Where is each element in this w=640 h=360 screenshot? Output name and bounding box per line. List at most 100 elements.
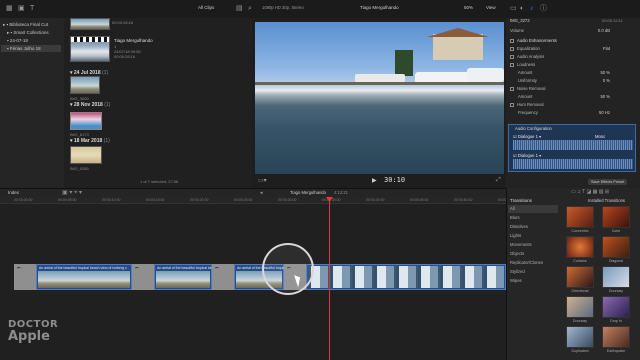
- timeline-ruler[interactable]: 00:00:00:00 00:00:05:00 00:00:10:00 00:00:1…: [0, 197, 517, 204]
- audio-configuration-title: Audio Configuration: [515, 126, 552, 131]
- channel-row[interactable]: ☑ Dialogue 1 ▾: [513, 153, 541, 158]
- video-clip[interactable]: [306, 264, 506, 290]
- gap-clip[interactable]: ⏮: [14, 264, 36, 290]
- library-toggle-icon[interactable]: ▦: [6, 4, 13, 13]
- inspector-timecode: 00:00:12:11: [602, 18, 623, 23]
- enable-checkbox[interactable]: [510, 86, 514, 91]
- transition-category[interactable]: Movements: [508, 241, 558, 249]
- clip-filmstrip: [38, 271, 130, 288]
- enable-checkbox[interactable]: [510, 54, 514, 59]
- enable-checkbox[interactable]: [510, 62, 514, 67]
- transition-thumbnail[interactable]: [602, 266, 630, 288]
- uniformity-row[interactable]: Uniformity 0 %: [510, 77, 636, 84]
- audio-inspector-icon[interactable]: ♪: [530, 4, 534, 13]
- transition-thumbnail[interactable]: [602, 296, 630, 318]
- index-button[interactable]: Index: [8, 190, 19, 195]
- play-button[interactable]: ▶: [372, 177, 377, 184]
- audio-analysis-row: Audio Analysis: [510, 53, 636, 60]
- installed-transitions-menu[interactable]: Installed Transitions: [588, 198, 625, 203]
- color-inspector-icon[interactable]: ◐: [520, 4, 524, 13]
- transition-thumbnail[interactable]: [602, 326, 630, 348]
- clip-thumbnail[interactable]: [70, 76, 100, 94]
- transitions-header: Transitions: [510, 198, 532, 203]
- transition-thumbnail[interactable]: [566, 296, 594, 318]
- transition-label: Earthquake: [606, 349, 626, 353]
- timeline-project-title: Tiago Mergulhando: [290, 190, 326, 195]
- save-effects-preset-button[interactable]: Save Effects Preset: [588, 179, 628, 185]
- transition-thumbnail[interactable]: [602, 206, 630, 228]
- inspector-filename: IMG_3273: [510, 18, 530, 23]
- hum-removal-row: Hum Removal: [510, 101, 636, 108]
- fullscreen-icon[interactable]: ⤢: [496, 177, 501, 184]
- equalization-row[interactable]: Equalization Flat: [510, 45, 636, 52]
- playhead[interactable]: [329, 197, 330, 360]
- loudness-amount-row[interactable]: Amount 50 %: [510, 69, 636, 76]
- transition-thumbnail[interactable]: [602, 236, 630, 258]
- search-icon[interactable]: ⌕: [248, 4, 252, 13]
- clip-thumbnail[interactable]: [70, 146, 102, 164]
- event-item[interactable]: ▪ 24-07-18: [7, 37, 28, 44]
- enable-checkbox[interactable]: [510, 38, 514, 43]
- transition-label: Cube: [611, 229, 621, 233]
- filmstrip-view-icon[interactable]: ▤: [236, 4, 243, 13]
- transition-label: Duplicated: [571, 349, 589, 353]
- top-toolbar: ▦ ▣ T All Clips ▤ ⌕ 1080p HD 30p, Stereo…: [0, 0, 640, 18]
- transition-thumbnail[interactable]: [566, 326, 594, 348]
- transition-category[interactable]: Lights: [508, 232, 558, 240]
- transition-category[interactable]: Objects: [508, 250, 558, 258]
- smart-collections-item[interactable]: ▸ ▪ Smart Collections: [7, 29, 49, 36]
- transitions-toolbar-icons[interactable]: ▭ ♫ T ◪ ▦ ▨ ⊞: [571, 189, 609, 195]
- gap-clip[interactable]: ⏮: [132, 264, 154, 290]
- clip-filmstrip: [308, 266, 504, 288]
- date-header[interactable]: ▾ 18 Mar 2018 (1): [70, 138, 110, 144]
- project-thumbnail[interactable]: [70, 36, 110, 62]
- clip-thumbnail[interactable]: [70, 18, 110, 30]
- titles-icon[interactable]: T: [30, 4, 34, 13]
- transition-thumbnail[interactable]: [566, 206, 594, 228]
- transition-label: Concentric: [571, 229, 589, 233]
- event-item-selected[interactable]: ▪ Férias Julho 18: [1, 45, 61, 52]
- transition-category[interactable]: Wipes: [508, 277, 558, 285]
- view-menu[interactable]: View: [486, 5, 496, 10]
- transition-thumbnail[interactable]: [566, 266, 594, 288]
- viewer-title: Tiago Mergulhando: [360, 5, 399, 10]
- viewer-timecode: 30:10: [384, 176, 406, 184]
- ruler-tick-label: 00:00:05:00: [58, 198, 77, 202]
- timeline-duration: 4:12:21: [334, 190, 348, 195]
- video-clip[interactable]: An aerial of the beautiful tropical beac…: [36, 264, 132, 290]
- clip-label: IMG_3000: [70, 96, 89, 101]
- date-header[interactable]: ▾ 28 Nov 2018 (1): [70, 102, 110, 108]
- viewer-options-icon[interactable]: ▭▾: [258, 177, 267, 184]
- gap-clip[interactable]: ⏮: [212, 264, 234, 290]
- transition-category[interactable]: Blurs: [508, 214, 558, 222]
- channel-mode[interactable]: Mono: [595, 134, 605, 139]
- transition-label: Directional: [571, 289, 589, 293]
- enable-checkbox[interactable]: [510, 102, 514, 107]
- ruler-tick-label: 00:00:15:00: [146, 198, 165, 202]
- photos-icon[interactable]: ▣: [18, 4, 25, 13]
- video-clip[interactable]: An aerial of the beautiful tropical beac…: [154, 264, 245, 290]
- volume-row[interactable]: Volume 0.0 dB: [510, 27, 636, 34]
- timeline-tools-icon[interactable]: ▣ ▾ ⌖ ▾: [62, 189, 82, 197]
- back-icon[interactable]: ◂: [260, 190, 263, 196]
- channel-selector[interactable]: ☑ Dialogue 1 ▾: [513, 134, 541, 139]
- info-inspector-icon[interactable]: ⓘ: [540, 4, 547, 13]
- zoom-menu[interactable]: 50%: [464, 5, 473, 10]
- transition-category[interactable]: All: [508, 205, 558, 213]
- clip-thumbnail[interactable]: [70, 112, 102, 130]
- transition-category[interactable]: Dissolves: [508, 223, 558, 231]
- transition-category[interactable]: Replicator/Clones: [508, 259, 558, 267]
- enable-checkbox[interactable]: [510, 46, 514, 51]
- video-inspector-icon[interactable]: ▭: [510, 4, 517, 13]
- transition-label: Diagonal: [608, 259, 624, 263]
- noise-amount-row[interactable]: Amount 50 %: [510, 93, 636, 100]
- viewer-panel: ▭▾ ▶ 30:10 ⤢: [252, 18, 506, 188]
- transition-thumbnail[interactable]: [566, 236, 594, 258]
- viewer-format: 1080p HD 30p, Stereo: [262, 5, 304, 10]
- transition-label: Drop In: [610, 319, 622, 323]
- library-item[interactable]: ▸ ▪ Biblioteca Final Cut: [3, 21, 48, 28]
- frequency-row[interactable]: Frequency 50 Hz: [510, 109, 636, 116]
- transition-category[interactable]: Stylized: [508, 268, 558, 276]
- timeline-toolbar: Index ▣ ▾ ⌖ ▾ ◂ Tiago Mergulhando 4:12:2…: [0, 188, 506, 197]
- clips-filter[interactable]: All Clips: [198, 5, 214, 10]
